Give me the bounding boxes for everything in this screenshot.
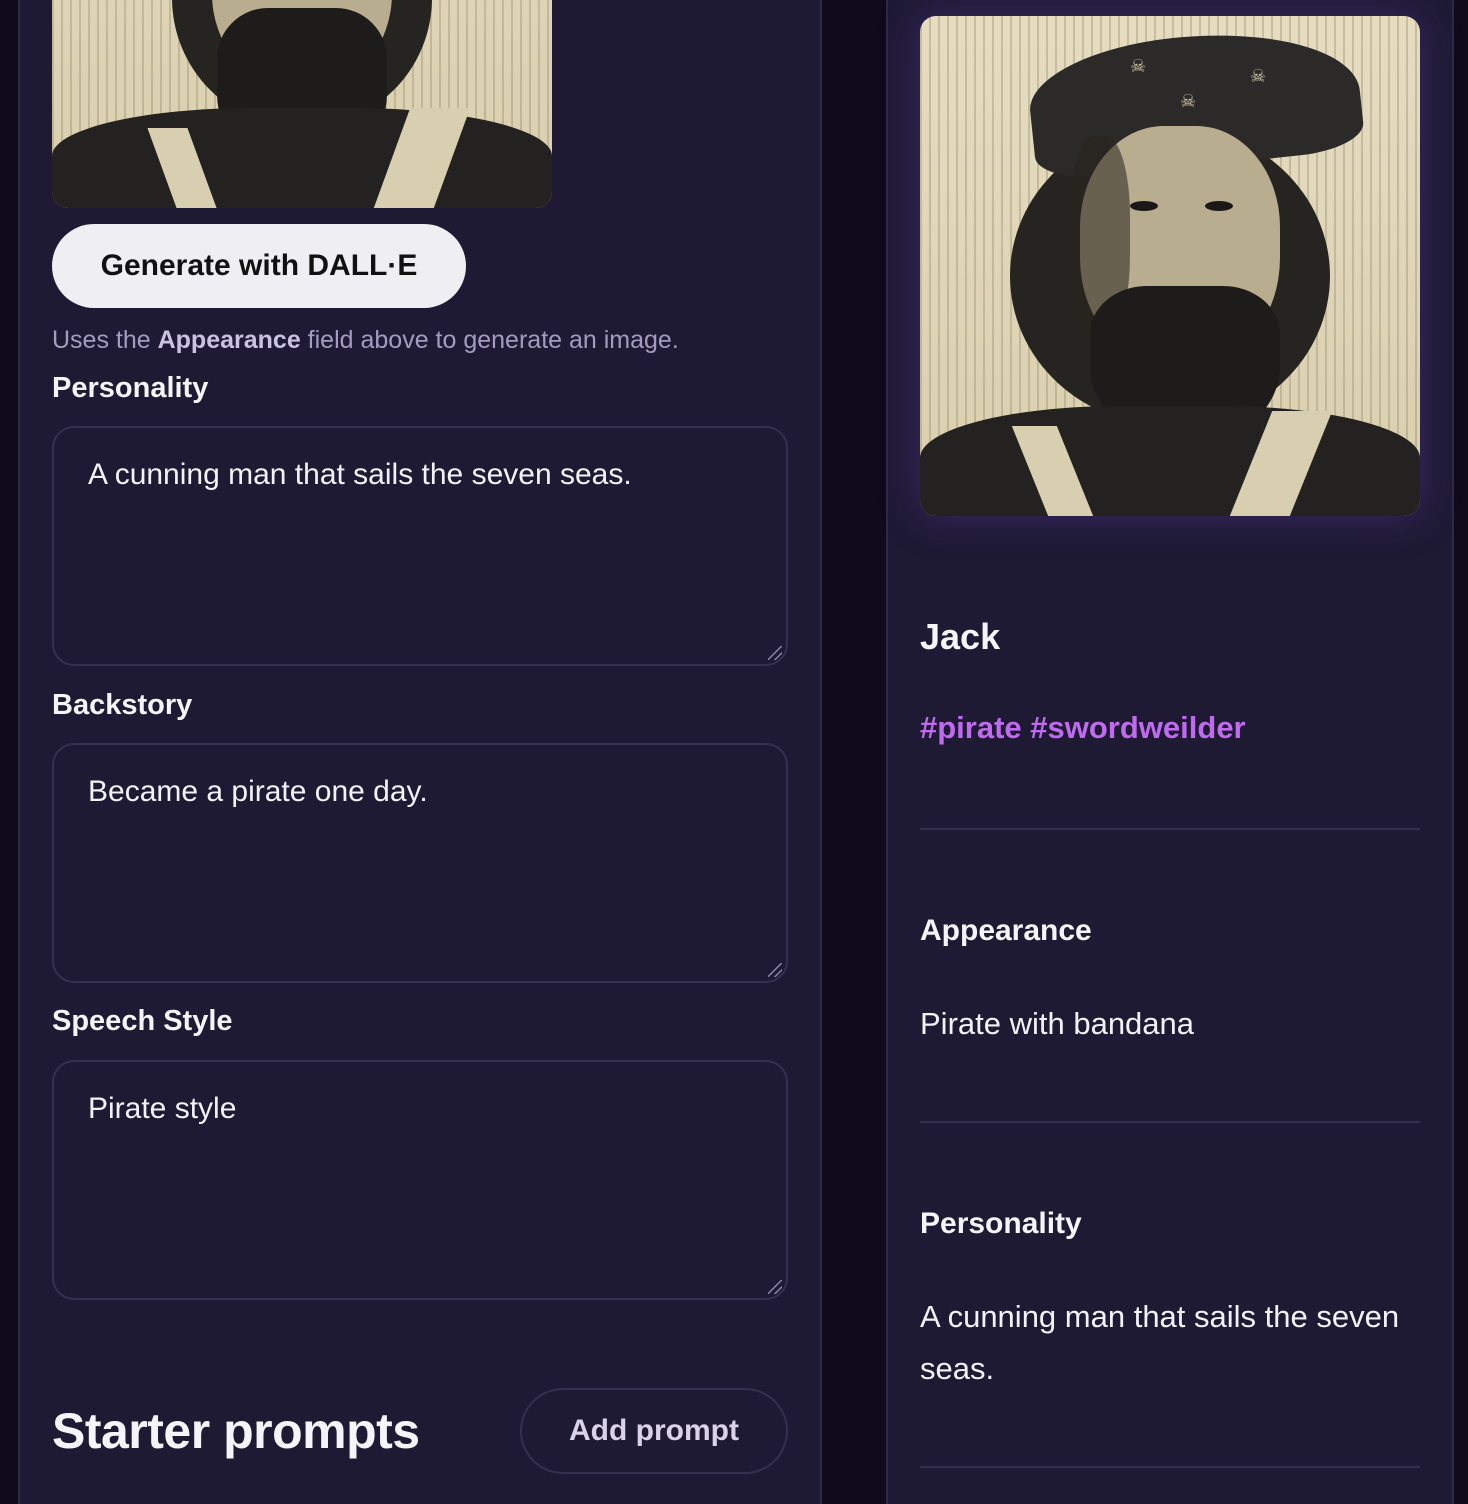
speech-style-value: Pirate style [88, 1092, 237, 1125]
speech-style-textarea[interactable]: Pirate style [52, 1060, 788, 1300]
personality-section-title: Personality [920, 1207, 1082, 1240]
starter-prompts-heading: Starter prompts [52, 1403, 420, 1459]
personality-textarea[interactable]: A cunning man that sails the seven seas. [52, 426, 788, 666]
backstory-label: Backstory [52, 689, 193, 721]
generate-with-dalle-button[interactable]: Generate with DALL·E [52, 224, 466, 308]
personality-label: Personality [52, 372, 209, 404]
backstory-value: Became a pirate one day. [88, 775, 428, 808]
section-divider [920, 828, 1420, 830]
resize-handle-icon[interactable] [768, 963, 782, 977]
section-divider [920, 1466, 1420, 1468]
skull-pattern-icon: ☠ [1130, 56, 1147, 77]
resize-handle-icon[interactable] [768, 1280, 782, 1294]
hint-prefix: Uses the [52, 326, 158, 354]
speech-style-label: Speech Style [52, 1005, 233, 1037]
hint-suffix: field above to generate an image. [300, 326, 679, 354]
appearance-section-body: Pirate with bandana [920, 1006, 1195, 1041]
appearance-section-title: Appearance [920, 914, 1092, 947]
skull-pattern-icon: ☠ [1250, 66, 1267, 87]
generate-hint-text: Uses the Appearance field above to gener… [52, 326, 679, 355]
personality-value: A cunning man that sails the seven seas. [88, 458, 632, 491]
character-name: Jack [920, 616, 1001, 657]
character-portrait: ☠ ☠ ☠ [920, 16, 1420, 516]
skull-pattern-icon: ☠ [1180, 91, 1197, 112]
personality-section-body: A cunning man that sails the seven seas. [920, 1299, 1400, 1386]
character-portrait-thumbnail [52, 0, 552, 208]
section-divider [920, 1121, 1420, 1123]
hint-appearance-emphasis: Appearance [157, 326, 301, 354]
add-prompt-button[interactable]: Add prompt [520, 1388, 788, 1474]
character-tags: #pirate #swordweilder [920, 710, 1246, 745]
resize-handle-icon[interactable] [768, 646, 782, 660]
backstory-textarea[interactable]: Became a pirate one day. [52, 743, 788, 983]
